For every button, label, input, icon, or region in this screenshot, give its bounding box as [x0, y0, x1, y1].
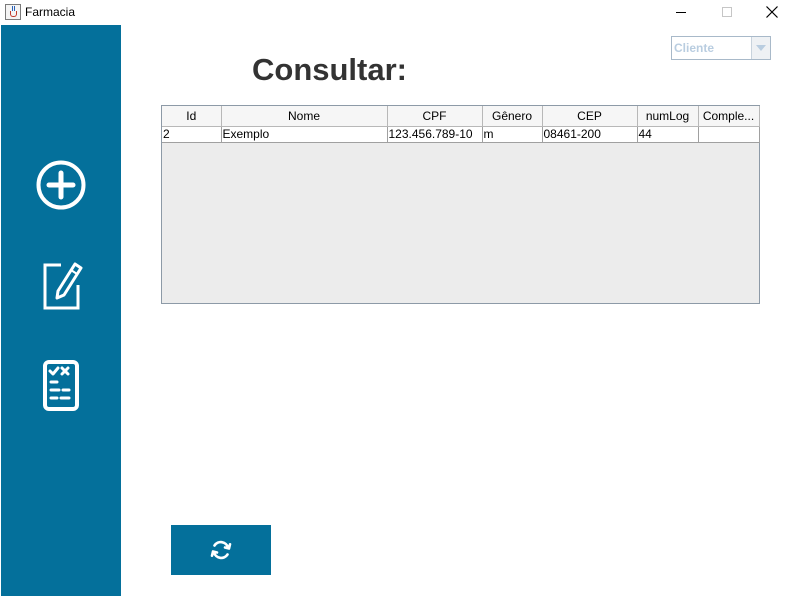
cell-numlog[interactable]: 44 — [637, 126, 699, 143]
sidebar-item-add[interactable] — [1, 159, 121, 211]
sidebar-item-consult[interactable] — [1, 359, 121, 413]
column-header-cep[interactable]: CEP — [542, 106, 638, 127]
cell-genero[interactable]: m — [482, 126, 543, 143]
column-header-cpf[interactable]: CPF — [387, 106, 483, 127]
chevron-down-icon — [756, 45, 766, 51]
checklist-icon — [43, 360, 79, 411]
cell-cpf[interactable]: 123.456.789-10 — [387, 126, 483, 143]
page-title: Consultar: — [252, 52, 407, 87]
window-title: Farmacia — [25, 5, 76, 19]
cell-complemento[interactable] — [698, 126, 760, 143]
column-header-nome[interactable]: Nome — [221, 106, 388, 127]
records-table[interactable]: Id Nome CPF Gênero CEP numLog Comple... … — [161, 105, 760, 304]
column-header-complemento[interactable]: Comple... — [698, 106, 760, 127]
table-header-row: Id Nome CPF Gênero CEP numLog Comple... — [162, 106, 760, 127]
refresh-button[interactable] — [171, 525, 271, 575]
maximize-button[interactable] — [704, 0, 750, 25]
entity-select[interactable]: Cliente — [671, 36, 771, 60]
entity-select-arrow[interactable] — [751, 37, 770, 59]
cell-nome[interactable]: Exemplo — [221, 126, 388, 143]
table-row[interactable]: 2 Exemplo 123.456.789-10 m 08461-200 44 — [162, 126, 760, 143]
close-button[interactable] — [750, 0, 796, 25]
column-header-genero[interactable]: Gênero — [482, 106, 543, 127]
window-titlebar: Farmacia — [0, 0, 796, 25]
entity-select-value: Cliente — [674, 41, 715, 55]
refresh-icon — [210, 540, 232, 560]
column-header-id[interactable]: Id — [162, 106, 222, 127]
minimize-icon — [676, 12, 686, 13]
cell-cep[interactable]: 08461-200 — [542, 126, 638, 143]
sidebar — [1, 25, 121, 596]
edit-document-icon — [43, 262, 83, 310]
column-header-numlog[interactable]: numLog — [637, 106, 699, 127]
close-icon — [766, 6, 778, 18]
minimize-button[interactable] — [658, 0, 704, 25]
cell-id[interactable]: 2 — [162, 126, 222, 143]
maximize-icon — [722, 7, 732, 17]
add-circle-icon — [36, 160, 86, 210]
sidebar-item-edit[interactable] — [1, 258, 121, 312]
java-app-icon — [5, 4, 21, 20]
